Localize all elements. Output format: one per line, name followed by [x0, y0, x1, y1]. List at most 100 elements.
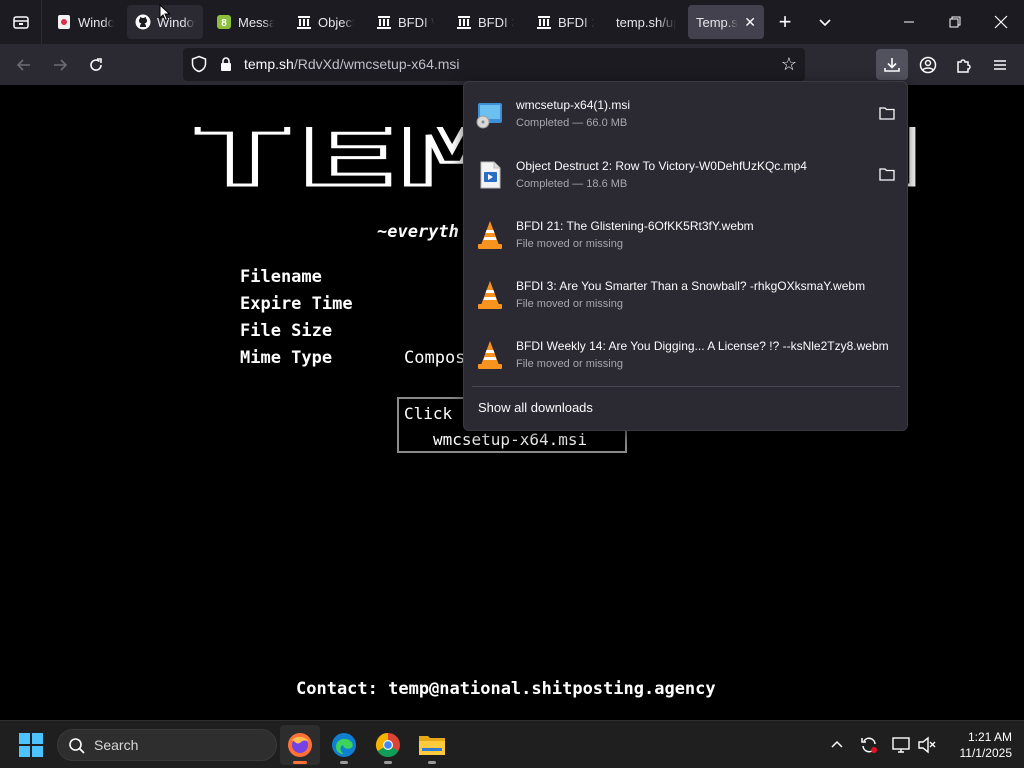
tab-active[interactable]: Temp.sh ✕ — [688, 5, 764, 39]
firefox-view-button[interactable] — [0, 0, 42, 44]
network-tray-button[interactable] — [890, 734, 912, 756]
show-hidden-icons-button[interactable] — [826, 734, 848, 756]
edge-icon — [332, 733, 356, 757]
taskbar-edge[interactable] — [324, 725, 364, 765]
firefox-view-icon — [12, 16, 29, 29]
tab-4[interactable]: Object — [288, 5, 362, 39]
address-bar[interactable]: temp.sh/RdvXd/wmcsetup-x64.msi ☆ — [183, 48, 805, 81]
tab-title: temp.sh/up — [616, 14, 676, 30]
plus-icon: + — [778, 9, 792, 34]
tab-title: Windows — [78, 14, 114, 30]
tab-7[interactable]: BFDI 2 — [528, 5, 602, 39]
tab-6[interactable]: BFDI 3 — [448, 5, 522, 39]
tab-title: Messages — [238, 14, 274, 30]
taskbar-search-box[interactable]: Search — [57, 729, 277, 761]
tab-3[interactable]: 8 Messages — [208, 5, 282, 39]
clock-time: 1:21 AM — [967, 730, 1012, 744]
download-icon — [884, 57, 900, 72]
account-icon — [919, 56, 937, 74]
download-status: File moved or missing — [516, 358, 623, 370]
download-status: File moved or missing — [516, 238, 623, 250]
tab-title: Object — [318, 14, 354, 30]
back-button[interactable] — [9, 50, 39, 80]
download-item[interactable]: BFDI Weekly 14: Are You Digging... A Lic… — [470, 327, 902, 383]
close-icon — [994, 15, 1008, 29]
reload-button[interactable] — [81, 50, 111, 80]
download-item[interactable]: BFDI 21: The Glistening-6OfKK5Rt3fY.webm… — [470, 207, 902, 263]
download-item[interactable]: Object Destruct 2: Row To Victory-W0Dehf… — [470, 147, 902, 203]
minimize-button[interactable] — [886, 0, 932, 44]
show-in-folder-button[interactable] — [876, 102, 898, 124]
tab-title: BFDI W — [398, 14, 434, 30]
download-status: File moved or missing — [516, 298, 623, 310]
show-all-downloads-button[interactable]: Show all downloads — [478, 400, 593, 415]
tracking-shield-icon[interactable] — [190, 55, 208, 73]
filename-label: Filename — [240, 267, 322, 287]
archive-icon — [456, 14, 472, 30]
running-indicator — [340, 761, 348, 764]
restore-button[interactable] — [932, 0, 978, 44]
extensions-button[interactable] — [949, 50, 979, 80]
chevron-up-icon — [831, 740, 843, 748]
bookmark-star-icon[interactable]: ☆ — [779, 54, 799, 74]
vlc-icon — [478, 341, 502, 369]
github-icon — [135, 14, 151, 30]
installer-icon — [476, 103, 502, 129]
taskbar-file-explorer[interactable] — [412, 725, 452, 765]
folder-icon — [879, 107, 895, 120]
show-in-folder-button[interactable] — [876, 163, 898, 185]
forward-arrow-icon — [54, 59, 68, 71]
vlc-icon — [478, 221, 502, 249]
video-file-icon — [480, 161, 501, 189]
menu-button[interactable] — [985, 50, 1015, 80]
clock-date: 11/1/2025 — [959, 746, 1013, 760]
restore-icon — [949, 16, 961, 28]
panel-divider — [472, 386, 900, 387]
account-button[interactable] — [913, 50, 943, 80]
close-tab-icon[interactable]: ✕ — [744, 14, 756, 31]
tab-title: BFDI 3 — [478, 14, 514, 30]
volume-tray-button[interactable] — [916, 734, 938, 756]
sync-tray-button[interactable] — [858, 734, 880, 756]
taskbar-firefox[interactable] — [280, 725, 320, 765]
folder-icon — [419, 736, 445, 755]
messages-icon: 8 — [216, 14, 232, 30]
tab-5[interactable]: BFDI W — [368, 5, 442, 39]
download-button-filename: wmcsetup-x64.msi — [433, 430, 588, 449]
url-text: temp.sh/RdvXd/wmcsetup-x64.msi — [244, 56, 460, 72]
minimize-icon — [904, 21, 914, 23]
tab-title: BFDI 2 — [558, 14, 594, 30]
list-all-tabs-button[interactable] — [802, 0, 848, 44]
download-item[interactable]: BFDI 3: Are You Smarter Than a Snowball?… — [470, 267, 902, 323]
downloads-panel: wmcsetup-x64(1).msi Completed — 66.0 MB … — [463, 81, 908, 431]
downloads-button[interactable] — [876, 49, 908, 80]
search-icon — [69, 738, 85, 754]
running-indicator — [428, 761, 436, 764]
puzzle-icon — [957, 59, 971, 73]
taskbar-chrome[interactable] — [368, 725, 408, 765]
contact-text: Contact: temp@national.shitposting.agenc… — [296, 679, 716, 699]
taskbar: Search 1:21 AM 11/1/2025 — [0, 720, 1024, 768]
windows-start-icon[interactable] — [18, 732, 44, 758]
download-status: Completed — 18.6 MB — [516, 178, 628, 190]
system-clock[interactable]: 1:21 AM 11/1/2025 — [942, 729, 1013, 761]
chrome-icon — [375, 733, 400, 758]
lock-icon[interactable] — [218, 56, 234, 72]
navigation-toolbar: temp.sh/RdvXd/wmcsetup-x64.msi ☆ — [0, 44, 1024, 85]
sync-icon — [861, 737, 877, 753]
download-status: Completed — 66.0 MB — [516, 117, 628, 129]
download-filename: BFDI 3: Are You Smarter Than a Snowball?… — [516, 279, 866, 293]
download-filename: BFDI Weekly 14: Are You Digging... A Lic… — [516, 339, 889, 353]
expire-time-label: Expire Time — [240, 294, 353, 314]
chevron-down-icon — [819, 19, 831, 27]
forward-button[interactable] — [45, 50, 75, 80]
back-arrow-icon — [16, 59, 30, 71]
firefox-icon — [288, 733, 312, 757]
file-size-label: File Size — [240, 321, 333, 341]
tab-8[interactable]: temp.sh/up — [608, 5, 684, 39]
close-window-button[interactable] — [978, 0, 1024, 44]
tab-1[interactable]: Windows — [48, 5, 122, 39]
download-item[interactable]: wmcsetup-x64(1).msi Completed — 66.0 MB — [470, 86, 902, 142]
playing-card-icon — [56, 14, 72, 30]
mime-type-value: Compos — [404, 348, 466, 368]
